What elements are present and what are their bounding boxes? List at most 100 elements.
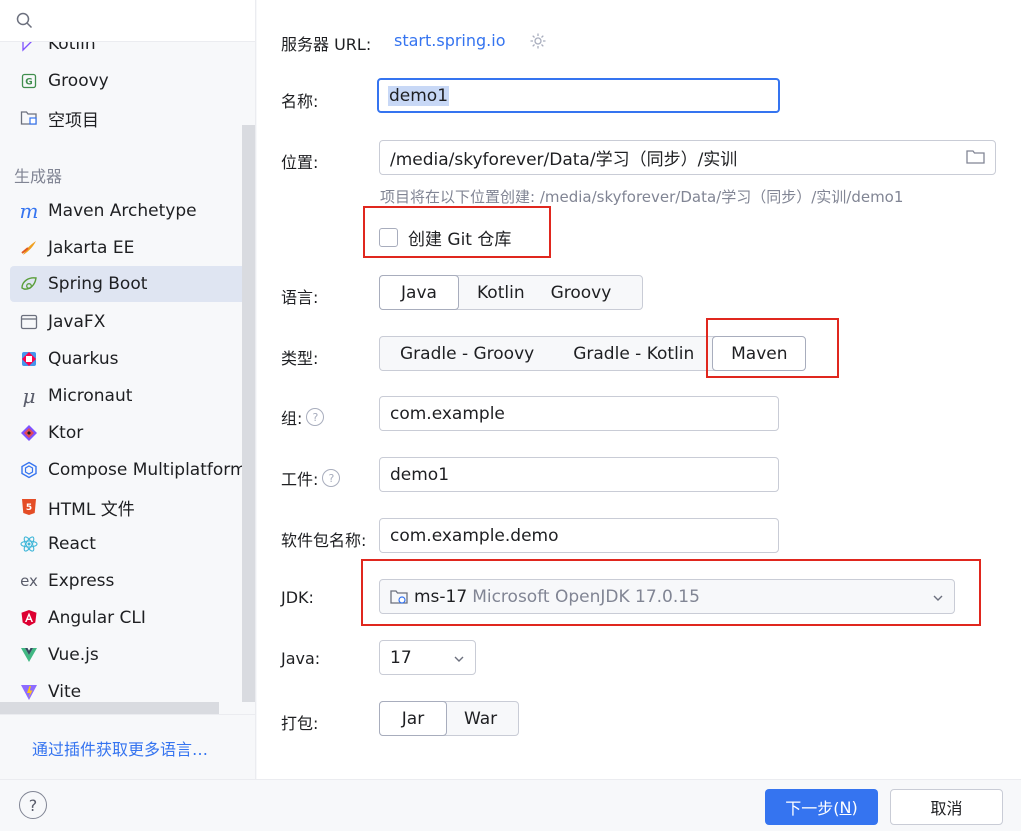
sidebar-item-jakarta-ee[interactable]: Jakarta EE [10,230,248,266]
sidebar-item-react[interactable]: React [10,526,248,562]
help-icon[interactable]: ? [322,469,341,487]
gear-icon[interactable] [529,32,547,55]
sidebar-item-vue[interactable]: Vue.js [10,637,248,673]
sidebar-item-label: HTML 文件 [48,499,135,520]
java-version-label: Java: [281,649,321,668]
svg-text:5: 5 [26,503,32,513]
location-label: 位置: [281,153,319,172]
sidebar-horizontal-scrollbar[interactable] [0,702,219,714]
server-url-label: 服务器 URL: [281,35,372,54]
highlight-box-maven [706,318,839,378]
artifact-label: 工件: [281,470,319,489]
language-selector[interactable]: Java Kotlin Groovy [379,275,643,310]
html-icon: 5 [20,498,38,516]
project-settings-form: 服务器 URL: start.spring.io 名称: demo1 位置: /… [257,0,1021,779]
generators-heading: 生成器 [14,167,63,186]
name-label: 名称: [281,92,319,111]
group-field-value: com.example [390,403,505,424]
spring-boot-icon [20,275,38,293]
empty-project-icon [20,109,38,127]
javafx-icon [20,313,38,331]
sidebar-item-javafx[interactable]: JavaFX [10,304,248,340]
language-option-kotlin[interactable]: Kotlin [458,276,544,309]
sidebar-item-quarkus[interactable]: Quarkus [10,341,248,377]
divider [0,714,255,715]
type-option-gradle-kotlin[interactable]: Gradle - Kotlin [554,337,713,370]
group-label: 组: [281,409,303,428]
next-button[interactable]: 下一步(N) [765,789,878,825]
react-icon [20,535,38,553]
jdk-label: JDK: [281,588,314,607]
sidebar-item-label: JavaFX [48,312,106,332]
angular-icon [20,609,38,627]
sidebar-item-maven-archetype[interactable]: m Maven Archetype [10,193,248,229]
type-label: 类型: [281,349,319,368]
sidebar-item-label: React [48,534,96,554]
sidebar-item-label: Micronaut [48,386,133,406]
sidebar-item-label: Jakarta EE [48,238,135,258]
language-label: 语言: [281,288,319,307]
java-version-dropdown[interactable]: 17 [379,640,476,675]
search-icon [16,12,33,29]
sidebar-item-label: Vue.js [48,645,99,665]
type-option-gradle-groovy[interactable]: Gradle - Groovy [380,337,554,370]
language-option-java[interactable]: Java [379,275,459,310]
quarkus-icon [20,350,38,368]
search-input-background [0,0,255,42]
sidebar-item-label: Express [48,571,115,591]
package-field[interactable]: com.example.demo [379,518,779,553]
packaging-option-jar[interactable]: Jar [379,701,447,736]
sidebar-item-express[interactable]: ex Express [10,563,248,599]
sidebar-vertical-scrollbar[interactable] [242,125,255,702]
packaging-option-war[interactable]: War [446,702,515,735]
sidebar-item-label: Compose Multiplatform [48,460,247,480]
location-hint: 项目将在以下位置创建: /media/skyforever/Data/学习（同步… [380,188,904,206]
sidebar-item-micronaut[interactable]: μ Micronaut [10,378,248,414]
artifact-field-value: demo1 [390,464,450,485]
more-languages-link[interactable]: 通过插件获取更多语言… [32,736,208,760]
sidebar-item-groovy[interactable]: G Groovy [10,63,248,99]
vue-icon [20,646,38,664]
compose-icon [20,461,38,479]
vite-icon [20,683,38,701]
packaging-selector[interactable]: Jar War [379,701,519,736]
help-button[interactable]: ? [19,791,47,819]
location-field-value: /media/skyforever/Data/学习（同步）/实训 [390,150,738,170]
sidebar-item-label: 空项目 [48,110,99,131]
sidebar-item-label: Spring Boot [48,274,148,294]
sidebar-item-label: Vite [48,682,82,702]
sidebar-item-spring-boot[interactable]: Spring Boot [10,266,248,302]
sidebar-item-empty-project[interactable]: 空项目 [10,100,248,136]
language-option-groovy[interactable]: Groovy [544,276,632,309]
sidebar-item-angular-cli[interactable]: Angular CLI [10,600,248,636]
chevron-down-icon [453,650,465,670]
name-field-value: demo1 [388,85,450,106]
server-url-link[interactable]: start.spring.io [394,31,505,50]
jakarta-icon [20,239,38,257]
name-field[interactable]: demo1 [377,78,780,113]
java-version-value: 17 [390,647,412,668]
sidebar-item-label: Angular CLI [48,608,146,628]
maven-icon: m [19,199,39,223]
sidebar-item-label: Ktor [48,423,84,443]
folder-icon[interactable] [966,149,985,170]
sidebar-item-label: Groovy [48,71,109,91]
sidebar-item-html-file[interactable]: 5 HTML 文件 [10,489,248,525]
express-icon: ex [20,572,38,590]
artifact-field[interactable]: demo1 [379,457,779,492]
highlight-box-jdk [361,559,981,626]
dialog-footer: ? 下一步(N) 取消 [0,779,1021,831]
ktor-icon [20,424,38,442]
groovy-icon: G [20,72,38,90]
packaging-label: 打包: [281,714,319,733]
location-field[interactable]: /media/skyforever/Data/学习（同步）/实训 [379,140,996,175]
sidebar-item-compose-multiplatform[interactable]: Compose Multiplatform [10,452,248,488]
cancel-button[interactable]: 取消 [890,789,1003,825]
micronaut-icon: μ [22,384,36,408]
sidebar-item-label: Quarkus [48,349,119,369]
group-field[interactable]: com.example [379,396,779,431]
help-icon[interactable]: ? [306,408,325,426]
sidebar-item-ktor[interactable]: Ktor [10,415,248,451]
sidebar-item-label: Maven Archetype [48,201,197,221]
group-label-row: 组: ? [281,405,325,429]
